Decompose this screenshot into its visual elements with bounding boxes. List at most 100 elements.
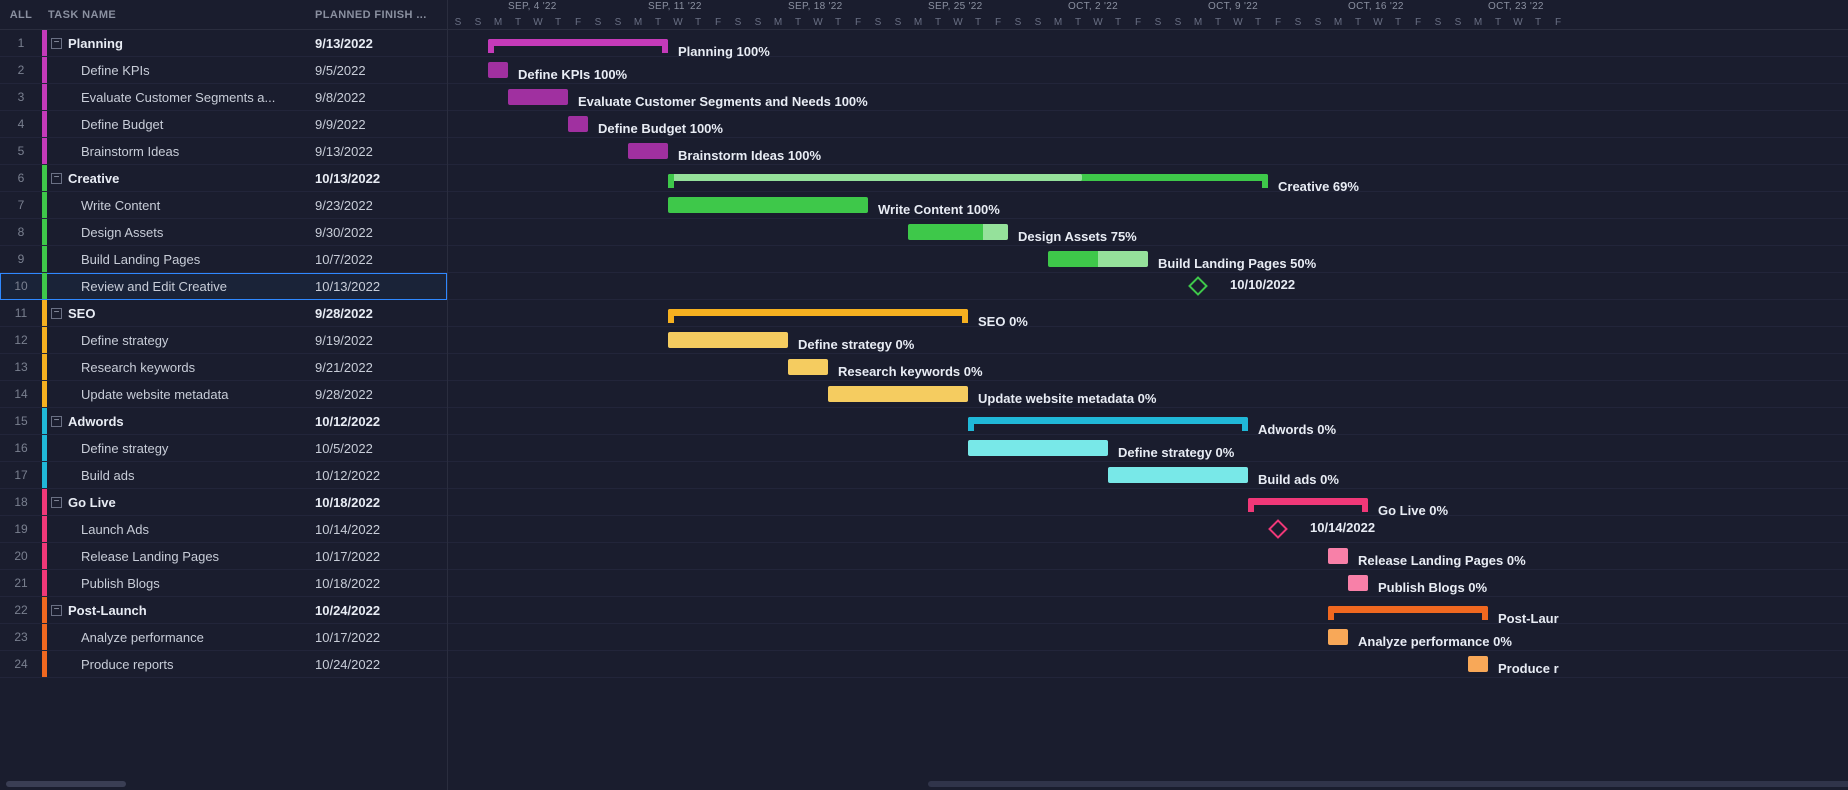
h-scrollbar-right[interactable]	[928, 781, 1848, 787]
timeline-row: Build ads 0%	[448, 462, 1848, 489]
gantt-summary-bar[interactable]: Post-Laur	[1328, 606, 1488, 613]
gantt-summary-bar[interactable]: SEO 0%	[668, 309, 968, 316]
table-row[interactable]: 18−Go Live10/18/2022	[0, 489, 447, 516]
row-color-bar	[42, 354, 47, 380]
table-row[interactable]: 13Research keywords9/21/2022	[0, 354, 447, 381]
timeline-row: Define KPIs 100%	[448, 57, 1848, 84]
gantt-bar-label: Produce r	[1498, 661, 1559, 676]
row-color-bar	[42, 57, 47, 83]
collapse-toggle[interactable]: −	[51, 416, 62, 427]
table-row[interactable]: 1−Planning9/13/2022	[0, 30, 447, 57]
day-letter: T	[1248, 17, 1268, 28]
gantt-timeline[interactable]: SEP, 4 '22SEP, 11 '22SEP, 18 '22SEP, 25 …	[448, 0, 1848, 790]
table-row[interactable]: 5Brainstorm Ideas9/13/2022	[0, 138, 447, 165]
day-letter: M	[1328, 17, 1348, 28]
col-header-taskname[interactable]: TASK NAME	[42, 9, 307, 21]
h-scrollbar-left[interactable]	[6, 781, 126, 787]
row-number: 4	[0, 117, 42, 131]
task-name-text: Define KPIs	[81, 63, 156, 78]
table-row[interactable]: 11−SEO9/28/2022	[0, 300, 447, 327]
gantt-task-bar[interactable]: Define KPIs 100%	[488, 62, 508, 78]
row-color-bar	[42, 165, 47, 191]
row-name-cell: Design Assets	[47, 225, 307, 240]
gantt-task-bar[interactable]: Build Landing Pages 50%	[1048, 251, 1148, 267]
table-row[interactable]: 12Define strategy9/19/2022	[0, 327, 447, 354]
table-row[interactable]: 9Build Landing Pages10/7/2022	[0, 246, 447, 273]
table-row[interactable]: 19Launch Ads10/14/2022	[0, 516, 447, 543]
table-row[interactable]: 24Produce reports10/24/2022	[0, 651, 447, 678]
col-header-all[interactable]: ALL	[0, 9, 42, 21]
gantt-task-bar[interactable]: Write Content 100%	[668, 197, 868, 213]
table-row[interactable]: 2Define KPIs9/5/2022	[0, 57, 447, 84]
day-letter: T	[1388, 17, 1408, 28]
row-color-bar	[42, 30, 47, 56]
table-row[interactable]: 20Release Landing Pages10/17/2022	[0, 543, 447, 570]
gantt-task-bar[interactable]: Analyze performance 0%	[1328, 629, 1348, 645]
day-letter: F	[1128, 17, 1148, 28]
table-row[interactable]: 22−Post-Launch10/24/2022	[0, 597, 447, 624]
gantt-task-bar[interactable]: Research keywords 0%	[788, 359, 828, 375]
row-name-cell: Launch Ads	[47, 522, 307, 537]
row-name-cell: −Creative	[47, 171, 307, 186]
task-name-text: Post-Launch	[68, 603, 153, 618]
collapse-toggle[interactable]: −	[51, 497, 62, 508]
collapse-toggle[interactable]: −	[51, 173, 62, 184]
timeline-row: Define Budget 100%	[448, 111, 1848, 138]
table-row[interactable]: 15−Adwords10/12/2022	[0, 408, 447, 435]
gantt-task-bar[interactable]: Define strategy 0%	[668, 332, 788, 348]
gantt-bar-label: Release Landing Pages 0%	[1358, 553, 1526, 568]
gantt-summary-bar[interactable]: Adwords 0%	[968, 417, 1248, 424]
row-color-bar	[42, 570, 47, 596]
row-name-cell: Research keywords	[47, 360, 307, 375]
row-number: 6	[0, 171, 42, 185]
gantt-summary-bar[interactable]: Planning 100%	[488, 39, 668, 46]
row-name-cell: Build Landing Pages	[47, 252, 307, 267]
day-letter: S	[1168, 17, 1188, 28]
gantt-milestone[interactable]	[1268, 519, 1288, 539]
day-letter: W	[1368, 17, 1388, 28]
table-row[interactable]: 7Write Content9/23/2022	[0, 192, 447, 219]
collapse-toggle[interactable]: −	[51, 308, 62, 319]
table-row[interactable]: 4Define Budget9/9/2022	[0, 111, 447, 138]
gantt-task-bar[interactable]: Define Budget 100%	[568, 116, 588, 132]
gantt-task-bar[interactable]: Publish Blogs 0%	[1348, 575, 1368, 591]
gantt-task-bar[interactable]: Update website metadata 0%	[828, 386, 968, 402]
table-row[interactable]: 6−Creative10/13/2022	[0, 165, 447, 192]
gantt-milestone[interactable]	[1188, 276, 1208, 296]
collapse-toggle[interactable]: −	[51, 38, 62, 49]
table-row[interactable]: 23Analyze performance10/17/2022	[0, 624, 447, 651]
row-number: 15	[0, 414, 42, 428]
table-row[interactable]: 14Update website metadata9/28/2022	[0, 381, 447, 408]
table-row[interactable]: 10Review and Edit Creative10/13/2022	[0, 273, 447, 300]
col-header-plannedfinish[interactable]: PLANNED FINISH ...	[307, 9, 447, 21]
row-name-cell: Define strategy	[47, 441, 307, 456]
collapse-toggle[interactable]: −	[51, 605, 62, 616]
table-row[interactable]: 21Publish Blogs10/18/2022	[0, 570, 447, 597]
timeline-body[interactable]: Planning 100% Define KPIs 100%Evaluate Cu…	[448, 30, 1848, 790]
gantt-task-bar[interactable]: Release Landing Pages 0%	[1328, 548, 1348, 564]
day-letter: F	[708, 17, 728, 28]
day-letter: S	[448, 17, 468, 28]
day-letter: W	[1088, 17, 1108, 28]
gantt-summary-bar[interactable]: Go Live 0%	[1248, 498, 1368, 505]
gantt-task-bar[interactable]: Design Assets 75%	[908, 224, 1008, 240]
task-name-text: SEO	[68, 306, 101, 321]
task-name-text: Define strategy	[81, 333, 174, 348]
day-letter: T	[648, 17, 668, 28]
day-letter: W	[1228, 17, 1248, 28]
timeline-row: Research keywords 0%	[448, 354, 1848, 381]
table-row[interactable]: 17Build ads10/12/2022	[0, 462, 447, 489]
day-letter: W	[528, 17, 548, 28]
gantt-summary-bar[interactable]: Creative 69%	[668, 174, 1268, 181]
row-color-bar	[42, 300, 47, 326]
gantt-task-bar[interactable]: Build ads 0%	[1108, 467, 1248, 483]
planned-finish-cell: 9/5/2022	[307, 63, 447, 78]
table-row[interactable]: 8Design Assets9/30/2022	[0, 219, 447, 246]
table-row[interactable]: 16Define strategy10/5/2022	[0, 435, 447, 462]
gantt-task-bar[interactable]: Brainstorm Ideas 100%	[628, 143, 668, 159]
gantt-task-bar[interactable]: Evaluate Customer Segments and Needs 100…	[508, 89, 568, 105]
gantt-task-bar[interactable]: Define strategy 0%	[968, 440, 1108, 456]
table-row[interactable]: 3Evaluate Customer Segments a...9/8/2022	[0, 84, 447, 111]
day-letter: S	[1288, 17, 1308, 28]
gantt-task-bar[interactable]: Produce r	[1468, 656, 1488, 672]
